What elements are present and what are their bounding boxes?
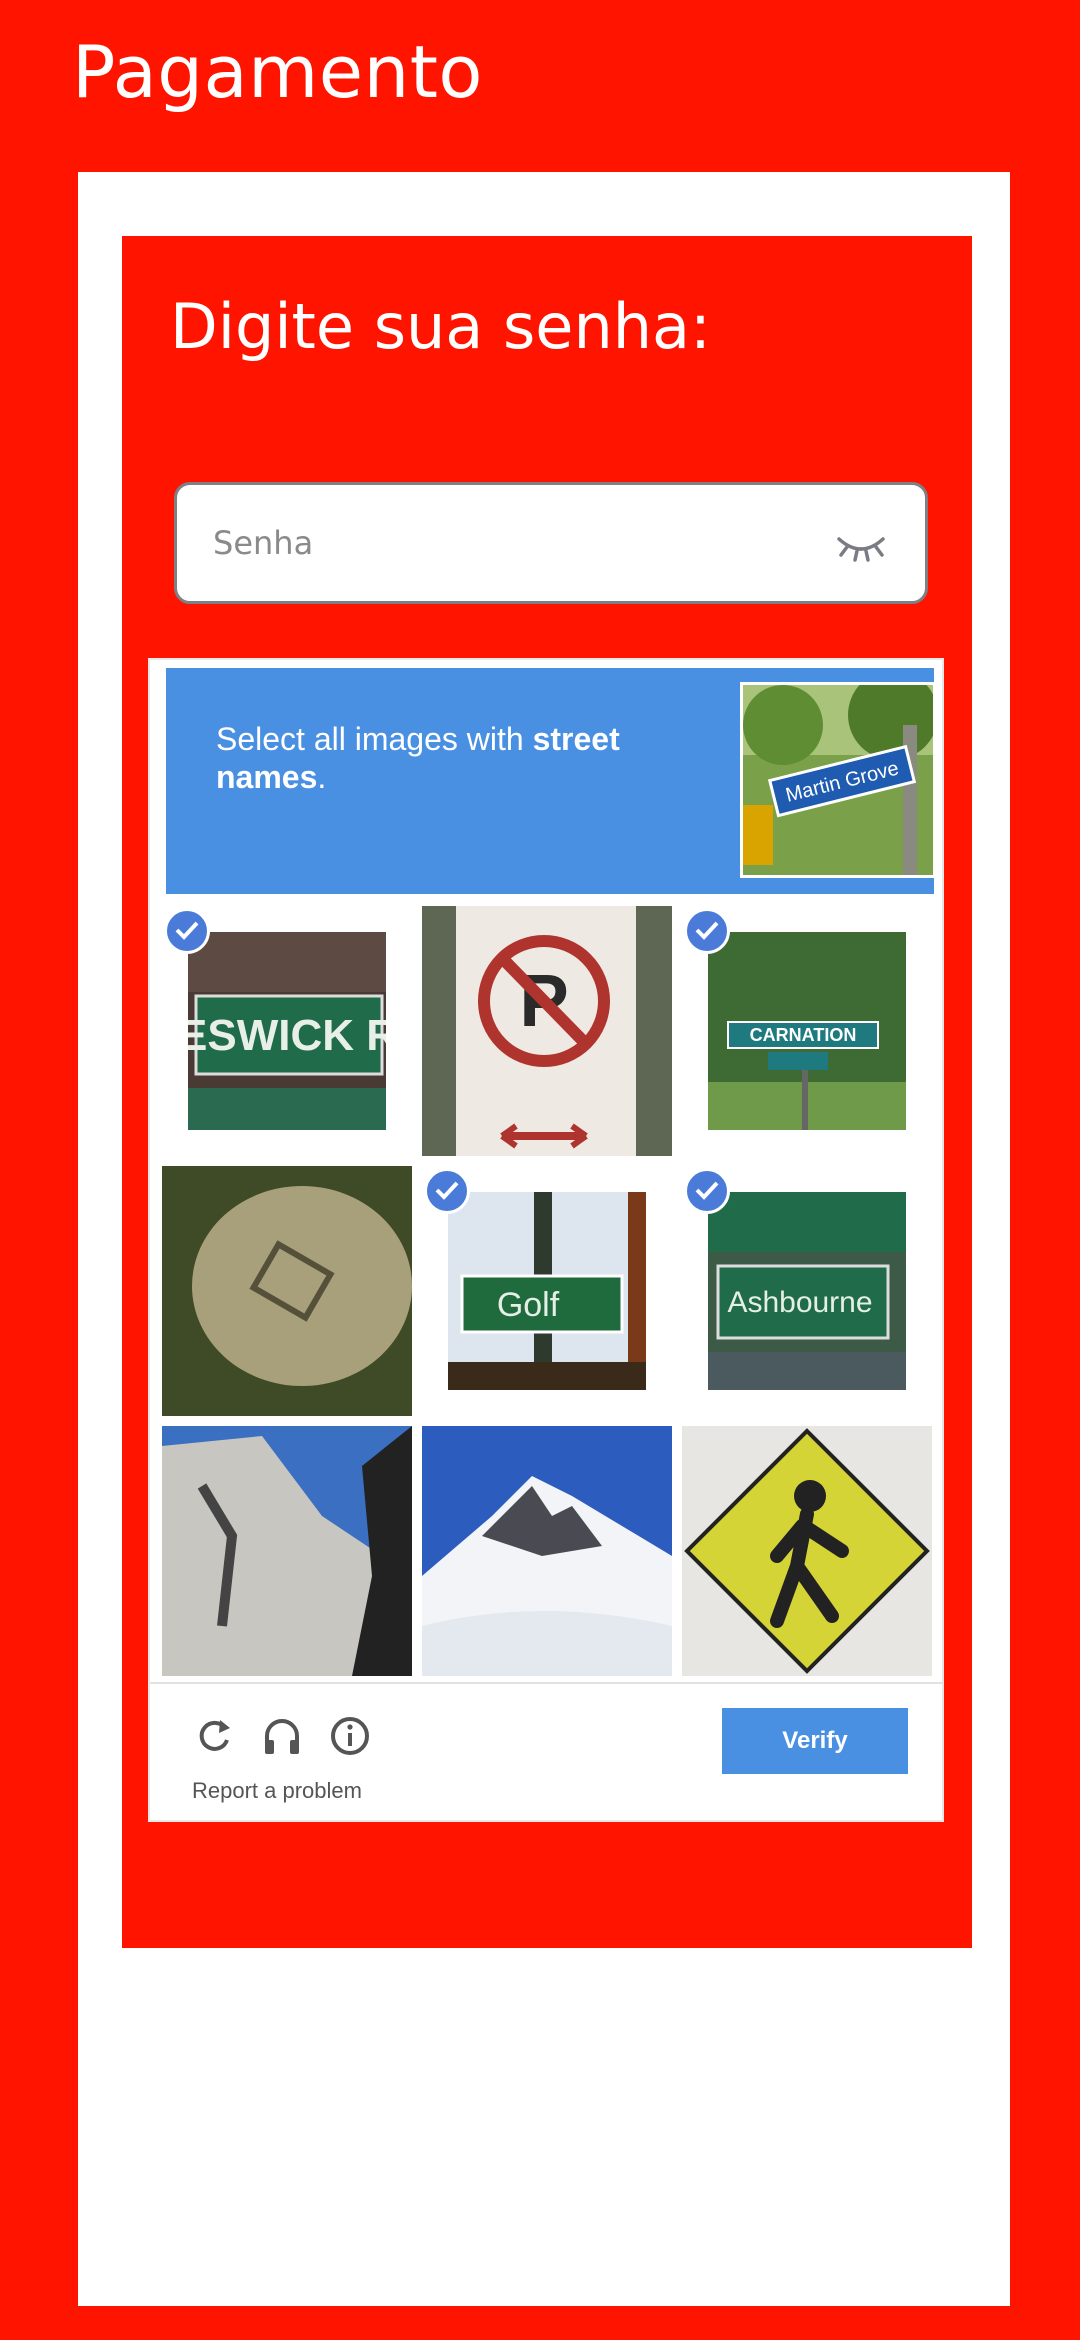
tile-sign-text: KESWICK RD bbox=[188, 1011, 386, 1060]
password-prompt: Digite sua senha: bbox=[170, 290, 711, 363]
page-title: Pagamento bbox=[72, 30, 483, 114]
captcha-tile-2[interactable]: P bbox=[422, 906, 672, 1156]
captcha-instruction: Select all images with street names. bbox=[216, 721, 620, 795]
captcha-tile-3[interactable]: CARNATION bbox=[682, 906, 932, 1156]
checkmark-icon bbox=[164, 908, 210, 954]
checkmark-icon bbox=[424, 1168, 470, 1214]
checkmark-icon bbox=[684, 908, 730, 954]
captcha-header: Select all images with street names. Mar… bbox=[166, 668, 936, 894]
report-problem-link[interactable]: Report a problem bbox=[192, 1778, 362, 1804]
captcha-widget: Select all images with street names. Mar… bbox=[150, 660, 942, 1820]
tile-sign-text: Golf bbox=[497, 1286, 560, 1324]
example-image: Martin Grove bbox=[740, 682, 936, 878]
password-field[interactable] bbox=[174, 482, 928, 604]
captcha-tile-9[interactable] bbox=[682, 1426, 932, 1676]
captcha-tile-4[interactable] bbox=[162, 1166, 412, 1416]
hide-password-icon[interactable] bbox=[833, 525, 889, 565]
audio-challenge-icon[interactable] bbox=[260, 1714, 304, 1758]
captcha-tile-7[interactable] bbox=[162, 1426, 412, 1676]
captcha-tile-8[interactable] bbox=[422, 1426, 672, 1676]
captcha-tile-1[interactable]: KESWICK RD bbox=[162, 906, 412, 1156]
captcha-tile-6[interactable]: Ashbourne bbox=[682, 1166, 932, 1416]
tile-sign-text: CARNATION bbox=[750, 1025, 857, 1045]
tile-sign-text: Ashbourne bbox=[727, 1286, 872, 1319]
captcha-tile-5[interactable]: Golf bbox=[422, 1166, 672, 1416]
captcha-footer: Report a problem Verify bbox=[150, 1682, 942, 1822]
info-icon[interactable] bbox=[328, 1714, 372, 1758]
checkmark-icon bbox=[684, 1168, 730, 1214]
refresh-icon[interactable] bbox=[192, 1714, 236, 1758]
verify-button[interactable]: Verify bbox=[722, 1708, 908, 1774]
password-input[interactable] bbox=[211, 511, 815, 575]
